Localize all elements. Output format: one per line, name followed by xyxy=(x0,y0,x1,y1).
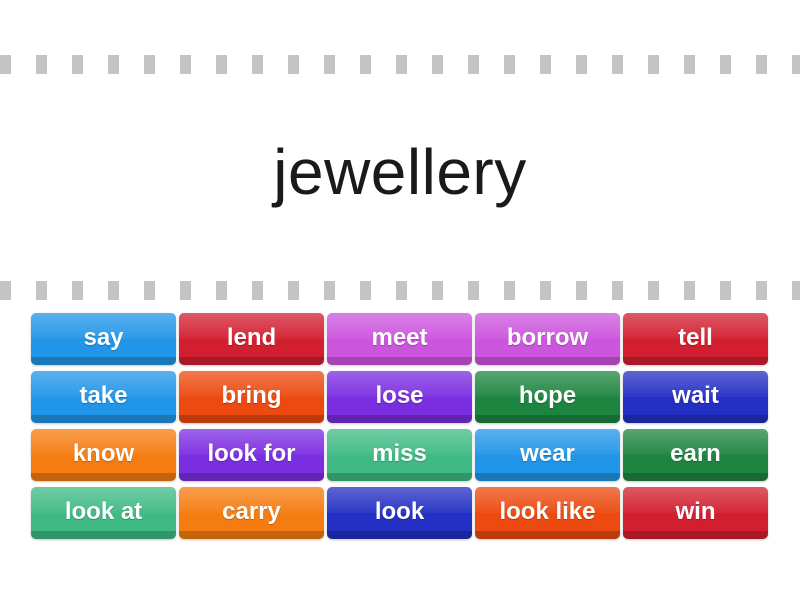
answer-tile-label: look at xyxy=(64,497,143,525)
answer-tile-label: take xyxy=(79,381,128,409)
answer-tile-label: lend xyxy=(226,323,277,351)
answer-tile[interactable]: borrow xyxy=(475,313,620,365)
answer-tile[interactable]: win xyxy=(623,487,768,539)
answer-tile[interactable]: miss xyxy=(327,429,472,481)
answer-tile-label: lose xyxy=(375,381,424,409)
answer-tile[interactable]: wear xyxy=(475,429,620,481)
answer-tile[interactable]: bring xyxy=(179,371,324,423)
answer-tile-label: look like xyxy=(499,497,596,525)
answer-tile-label: meet xyxy=(371,323,428,351)
answer-tile[interactable]: lend xyxy=(179,313,324,365)
answer-tile[interactable]: look like xyxy=(475,487,620,539)
answer-tile[interactable]: wait xyxy=(623,371,768,423)
answer-tile[interactable]: carry xyxy=(179,487,324,539)
answer-tile[interactable]: know xyxy=(31,429,176,481)
answer-tile-grid: say lend meet borrow tell take bring lose hope wa… xyxy=(31,313,769,539)
answer-tile-label: look xyxy=(374,497,425,525)
answer-tile[interactable]: look xyxy=(327,487,472,539)
answer-tile[interactable]: meet xyxy=(327,313,472,365)
answer-tile-label: carry xyxy=(222,497,281,525)
answer-tile-label: know xyxy=(72,439,135,467)
answer-tile-label: look for xyxy=(207,439,296,467)
answer-tile-label: wait xyxy=(672,381,719,409)
answer-tile-label: hope xyxy=(518,381,577,409)
answer-tile-label: borrow xyxy=(506,323,589,351)
answer-tile[interactable]: hope xyxy=(475,371,620,423)
answer-tile-label: say xyxy=(83,323,124,351)
answer-tile-label: wear xyxy=(520,439,575,467)
answer-tile[interactable]: lose xyxy=(327,371,472,423)
answer-tile-label: bring xyxy=(221,381,282,409)
prompt-word: jewellery xyxy=(273,136,527,208)
answer-tile[interactable]: look for xyxy=(179,429,324,481)
answer-tile[interactable]: say xyxy=(31,313,176,365)
answer-tile[interactable]: tell xyxy=(623,313,768,365)
answer-tile[interactable]: earn xyxy=(623,429,768,481)
answer-tile-label: tell xyxy=(678,323,713,351)
answer-tile-label: miss xyxy=(372,439,427,467)
answer-tile-label: earn xyxy=(670,439,721,467)
answer-tile[interactable]: take xyxy=(31,371,176,423)
answer-tile[interactable]: look at xyxy=(31,487,176,539)
dashed-divider-top xyxy=(0,55,800,74)
answer-tile-label: win xyxy=(675,497,716,525)
flashcard-board: jewellery say lend meet borrow tell take bring… xyxy=(0,0,800,600)
dashed-divider-bottom xyxy=(0,281,800,300)
